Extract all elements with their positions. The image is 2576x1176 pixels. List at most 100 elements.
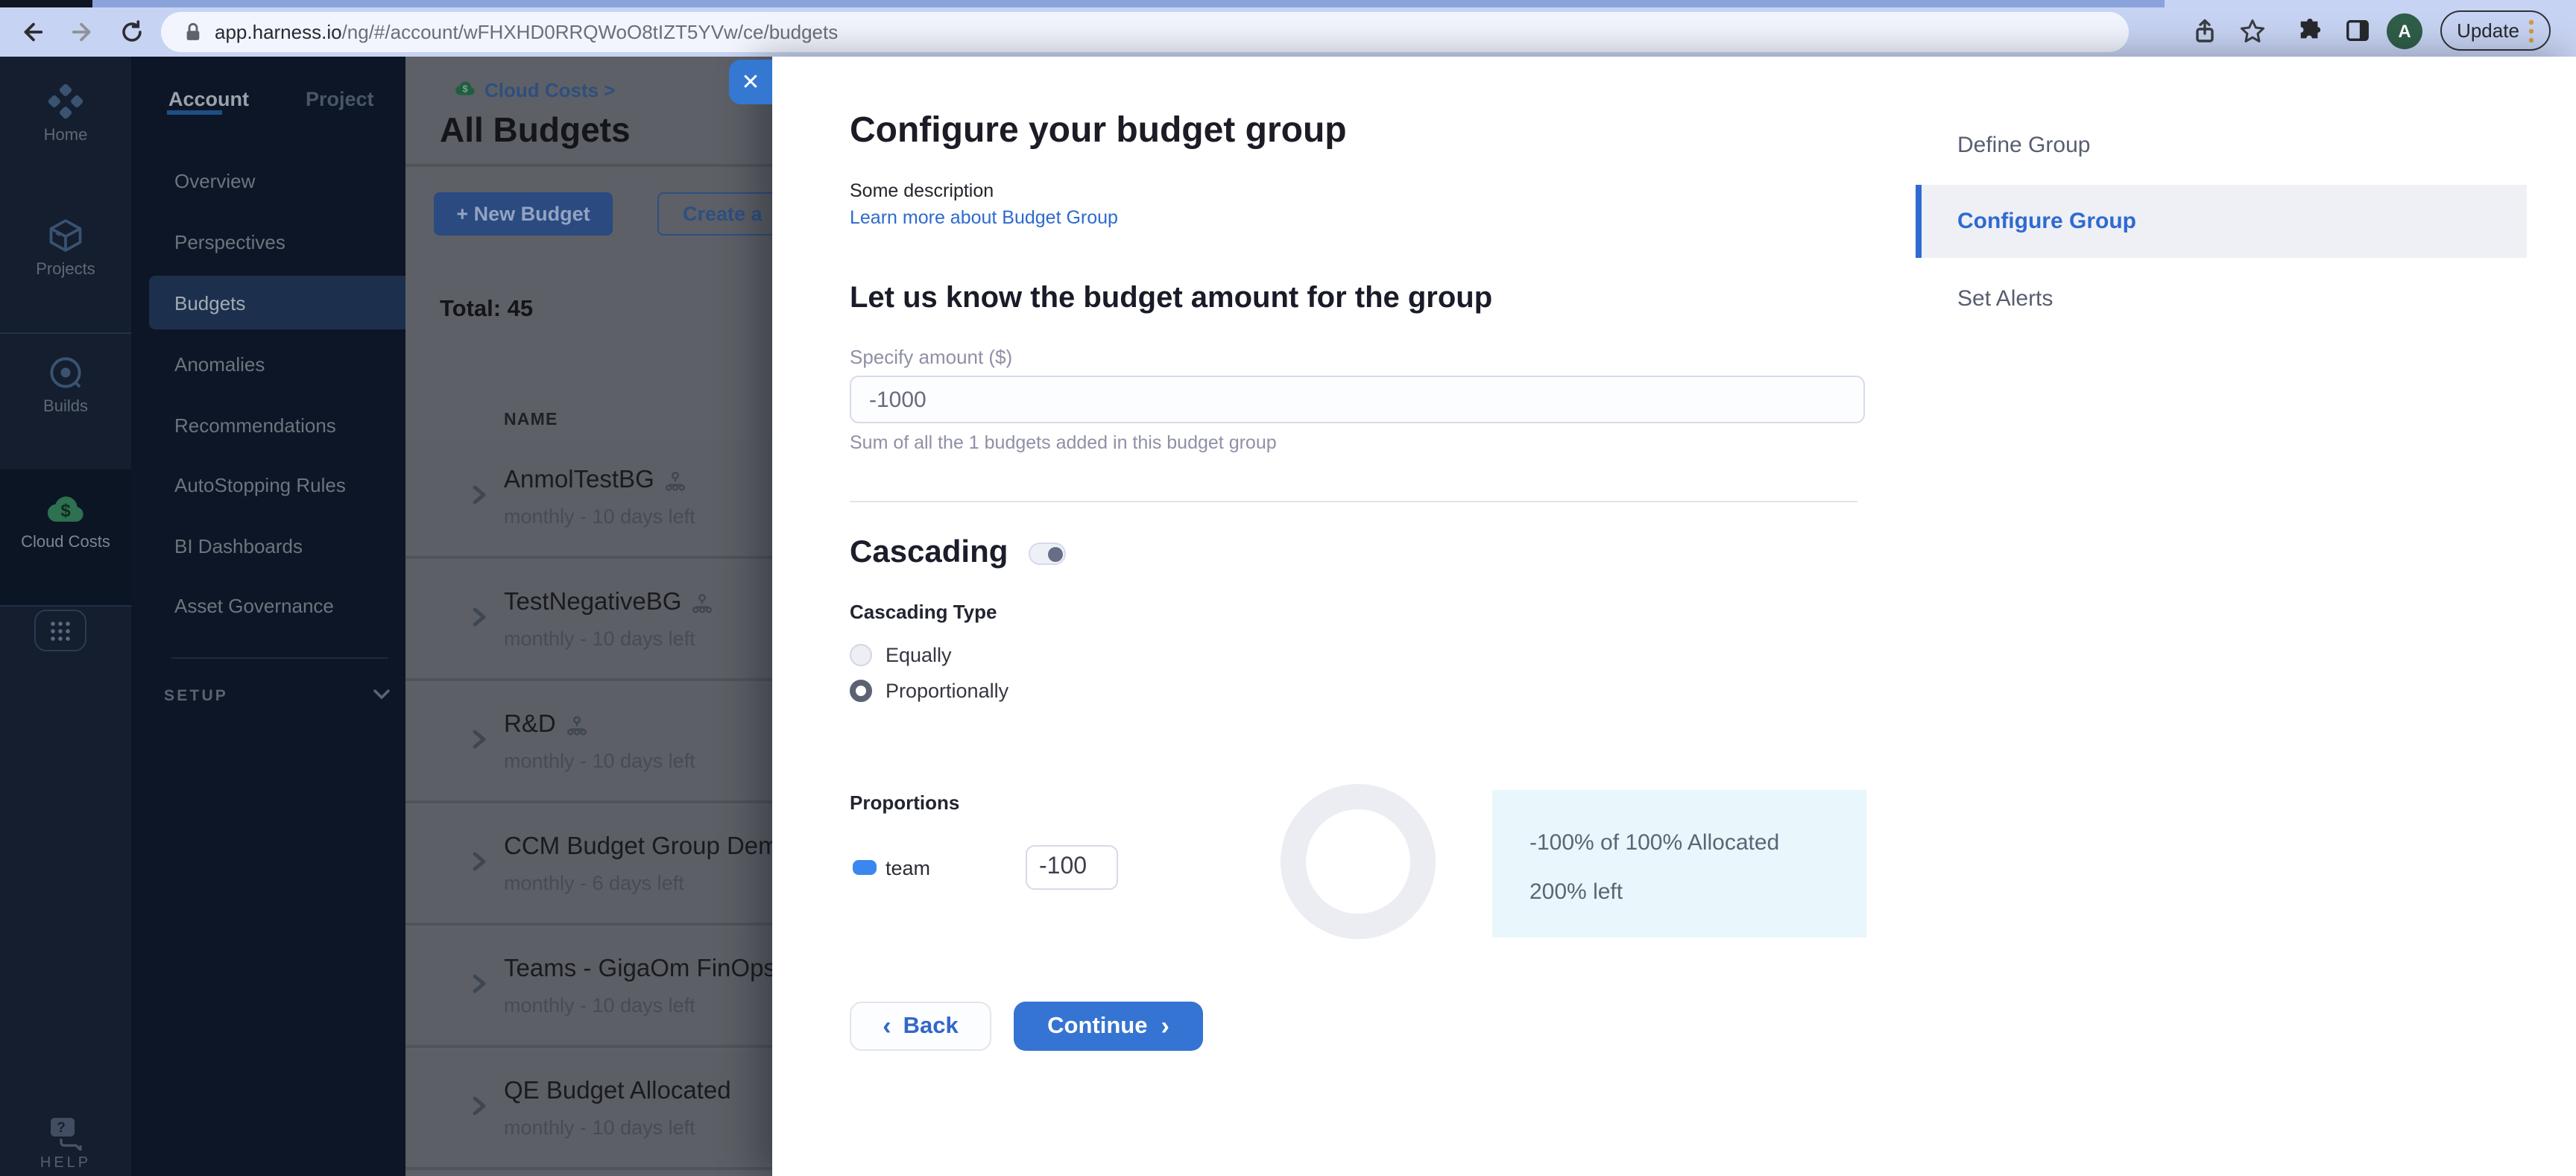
budget-name: CCM Budget Group Demo <box>504 833 792 860</box>
chevron-right-icon[interactable] <box>471 484 487 505</box>
budget-name: TestNegativeBG <box>504 589 682 616</box>
radio-proportionally-label[interactable]: Proportionally <box>886 680 1008 702</box>
new-budget-button[interactable]: + New Budget <box>434 192 613 235</box>
modal-title: Configure your budget group <box>850 110 1347 151</box>
learn-more-link[interactable]: Learn more about Budget Group <box>850 207 1118 228</box>
forward-icon[interactable] <box>70 19 95 45</box>
budget-period: monthly - 10 days left <box>504 750 695 772</box>
extensions-puzzle-icon[interactable] <box>2297 18 2323 43</box>
url-text: app.harness.io/ng/#/account/wFHXHD0RRQWo… <box>215 21 838 43</box>
chevron-right-icon[interactable] <box>471 729 487 750</box>
sidebar-item-recommendations[interactable]: Recommendations <box>174 414 336 437</box>
sidebar-item-cloud-costs[interactable]: $ Cloud Costs <box>0 492 131 551</box>
name-column-header: NAME <box>504 411 558 429</box>
budget-period: monthly - 10 days left <box>504 627 695 650</box>
bookmark-star-icon[interactable] <box>2239 18 2266 45</box>
sidebar-item-label: Home <box>43 127 88 145</box>
breadcrumb[interactable]: Cloud Costs > <box>484 79 616 101</box>
sidebar-item-anomalies[interactable]: Anomalies <box>174 353 265 376</box>
sidebar-divider <box>0 332 131 334</box>
amount-heading: Let us know the budget amount for the gr… <box>850 282 1493 314</box>
amount-helper-text: Sum of all the 1 budgets added in this b… <box>850 432 1277 453</box>
step-set-alerts[interactable]: Set Alerts <box>1957 286 2053 312</box>
sidebar-item-projects[interactable]: Projects <box>0 216 131 279</box>
close-button[interactable]: ✕ <box>729 60 772 104</box>
cascading-toggle[interactable] <box>1029 543 1066 565</box>
sidebar-item-autostopping-rules[interactable]: AutoStopping Rules <box>174 474 346 496</box>
url-bar[interactable]: app.harness.io/ng/#/account/wFHXHD0RRQWo… <box>161 12 2129 52</box>
cascading-heading: Cascading <box>850 535 1008 569</box>
chevron-down-icon[interactable] <box>373 689 391 701</box>
budget-name: AnmolTestBG <box>504 467 654 493</box>
grid-icon <box>51 621 70 640</box>
help-label: HELP <box>40 1155 92 1172</box>
radio-proportionally[interactable] <box>850 680 872 702</box>
back-label: Back <box>903 1013 959 1038</box>
sidebar-item-label: Projects <box>36 261 95 279</box>
continue-button[interactable]: Continue › <box>1014 1002 1203 1051</box>
tab-account[interactable]: Account <box>168 88 249 110</box>
section-divider <box>850 501 1857 502</box>
sidebar-item-budgets[interactable]: Budgets <box>174 292 245 314</box>
svg-text:$: $ <box>60 501 71 521</box>
step-configure-group[interactable]: Configure Group <box>1957 209 2136 234</box>
sidebar-item-overview[interactable]: Overview <box>174 170 255 192</box>
tab-account-underline <box>167 110 222 115</box>
allocation-info-box: -100% of 100% Allocated 200% left <box>1492 790 1866 938</box>
chevron-left-icon: ‹ <box>883 1012 891 1040</box>
chevron-right-icon[interactable] <box>471 851 487 872</box>
window-top-strip-dark <box>0 0 92 7</box>
sidebar-item-home[interactable]: Home <box>0 82 131 145</box>
reload-icon[interactable] <box>119 19 145 45</box>
amount-input[interactable]: -1000 <box>850 376 1865 423</box>
module-grid-button[interactable] <box>34 610 86 651</box>
setup-divider <box>171 657 388 659</box>
lock-icon <box>182 21 204 43</box>
budget-name: R&D <box>504 711 556 738</box>
cloud-costs-icon: $ <box>47 496 83 522</box>
window-top-strip-light <box>2165 0 2576 7</box>
chevron-right-icon[interactable] <box>471 607 487 627</box>
amount-value: -1000 <box>869 387 926 412</box>
svg-text:$: $ <box>462 83 467 95</box>
team-proportion-input[interactable]: -100 <box>1026 845 1118 890</box>
budget-group-icon <box>665 471 685 490</box>
sidebar-item-bi-dashboards[interactable]: BI Dashboards <box>174 535 303 557</box>
setup-section[interactable]: SETUP <box>164 687 228 705</box>
proportions-label: Proportions <box>850 791 960 814</box>
amount-label: Specify amount ($) <box>850 346 1013 368</box>
chevron-right-icon[interactable] <box>471 1096 487 1116</box>
sidebar-item-perspectives[interactable]: Perspectives <box>174 231 285 253</box>
chevron-right-icon: › <box>1161 1012 1169 1040</box>
side-panel-icon[interactable] <box>2345 18 2370 43</box>
sidebar-divider <box>0 605 131 607</box>
team-color-swatch <box>853 860 877 875</box>
back-button[interactable]: ‹ Back <box>850 1002 991 1051</box>
cloud-costs-breadcrumb-icon: $ <box>453 79 477 98</box>
radio-equally-label[interactable]: Equally <box>886 644 952 666</box>
profile-avatar[interactable]: A <box>2387 13 2422 49</box>
sidebar-item-asset-governance[interactable]: Asset Governance <box>174 595 334 617</box>
budget-period: monthly - 10 days left <box>504 994 695 1017</box>
tab-project[interactable]: Project <box>306 88 374 110</box>
total-count: Total: 45 <box>440 297 534 322</box>
cascading-type-label: Cascading Type <box>850 601 997 623</box>
projects-cube-icon <box>49 219 82 252</box>
step-define-group[interactable]: Define Group <box>1957 133 2090 158</box>
page-title: All Budgets <box>440 110 631 149</box>
chevron-right-icon[interactable] <box>471 973 487 994</box>
update-button[interactable]: Update <box>2440 10 2551 51</box>
help-button[interactable]: ? HELP <box>0 1115 131 1172</box>
sidebar-item-builds[interactable]: Builds <box>0 353 131 416</box>
svg-text:?: ? <box>57 1120 69 1136</box>
radio-equally[interactable] <box>850 644 872 666</box>
modal-description: Some description <box>850 180 994 201</box>
toggle-knob <box>1047 546 1062 561</box>
update-label: Update <box>2457 19 2519 42</box>
budget-group-icon <box>692 593 713 613</box>
share-icon[interactable] <box>2191 18 2218 45</box>
allocation-line1: -100% of 100% Allocated <box>1530 830 1780 856</box>
team-proportion-value: -100 <box>1039 854 1087 879</box>
budget-period: monthly - 10 days left <box>504 505 695 528</box>
back-icon[interactable] <box>19 19 45 45</box>
